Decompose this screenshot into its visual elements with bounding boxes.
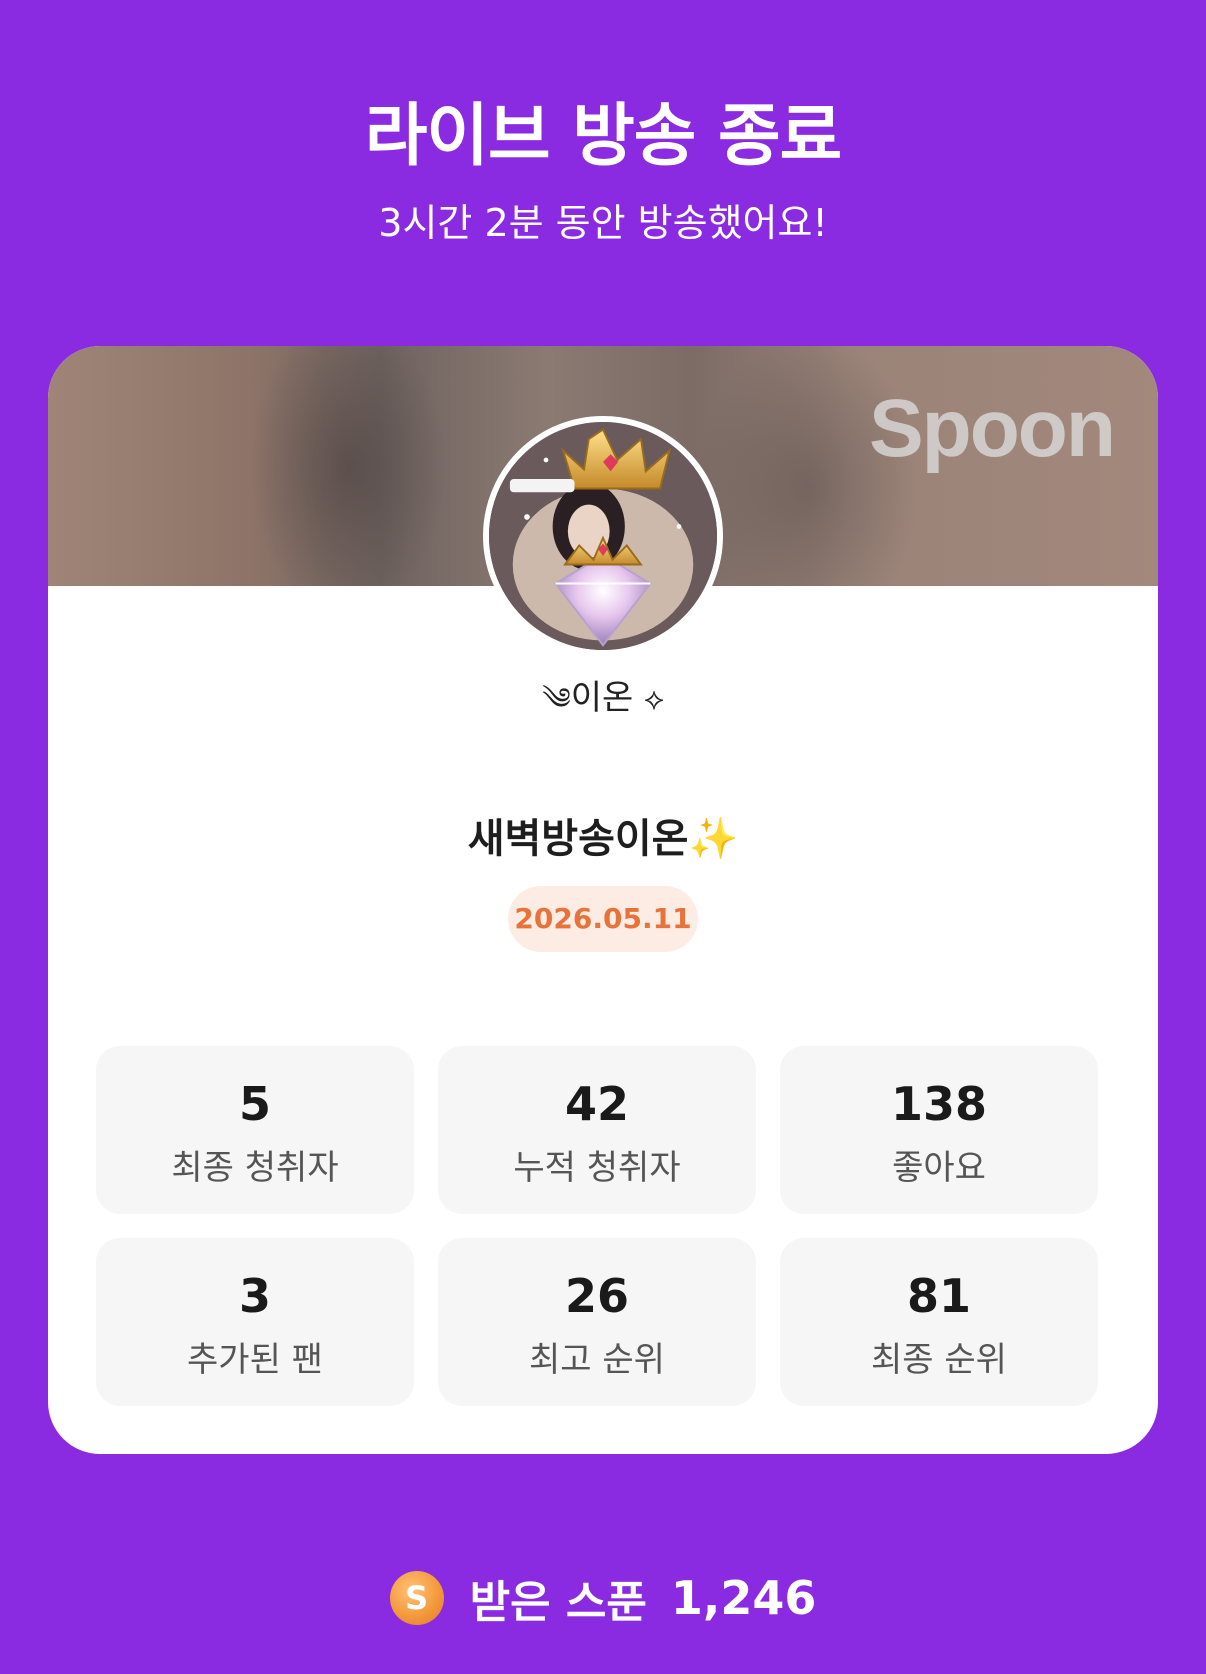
stat-new-fans: 3 추가된 팬 <box>96 1238 414 1406</box>
nickname-text: 이온 <box>570 678 634 718</box>
stat-total-listeners: 42 누적 청취자 <box>438 1046 756 1214</box>
stat-value: 3 <box>238 1269 271 1323</box>
broadcast-duration: 3시간 2분 동안 방송했어요! <box>378 201 828 245</box>
host-nickname[interactable]: ༄이온 ⟡ <box>48 666 1158 750</box>
page-title: 라이브 방송 종료 <box>364 97 842 176</box>
stat-value: 81 <box>906 1269 971 1323</box>
nickname-prefix-deco: ༄ <box>542 682 571 717</box>
stat-label: 최종 순위 <box>871 1340 1007 1380</box>
stats-grid: 5 최종 청취자 42 누적 청취자 138 좋아요 3 추가된 팬 26 최고… <box>96 1046 1110 1406</box>
stat-highest-rank: 26 최고 순위 <box>438 1238 756 1406</box>
room-title-text: 새벽방송이온 <box>467 816 689 862</box>
date-badge: 2026.05.11 <box>508 886 698 952</box>
received-spoons-value: 1,246 <box>670 1571 817 1625</box>
received-spoons-label: 받은 스푼 <box>469 1577 647 1628</box>
received-spoons: S 받은 스푼 1,246 <box>0 1566 1206 1630</box>
stat-value: 42 <box>564 1077 629 1131</box>
stat-label: 최고 순위 <box>529 1340 665 1380</box>
room-title: 새벽방송이온✨ <box>48 806 1158 864</box>
stat-value: 138 <box>890 1077 988 1131</box>
avatar-image <box>489 422 717 650</box>
live-end-screen: 라이브 방송 종료 3시간 2분 동안 방송했어요! Spoon ༄이온 ⟡ 새… <box>0 0 1206 1674</box>
stat-label: 최종 청취자 <box>171 1148 339 1188</box>
avatar[interactable] <box>483 416 723 656</box>
sparkles-icon: ✨ <box>688 816 739 862</box>
stat-likes: 138 좋아요 <box>780 1046 1098 1214</box>
stat-label: 추가된 팬 <box>187 1340 323 1380</box>
stat-value: 5 <box>238 1077 271 1131</box>
stat-label: 누적 청취자 <box>513 1148 681 1188</box>
spoon-coin-icon: S <box>389 1571 444 1625</box>
stat-value: 26 <box>564 1269 629 1323</box>
stat-label: 좋아요 <box>892 1148 986 1188</box>
brand-watermark: Spoon <box>868 383 1116 474</box>
nickname-suffix-deco: ⟡ <box>644 682 664 717</box>
broadcast-summary-card: Spoon ༄이온 ⟡ 새벽방송이온✨ 2026.05.11 5 최종 청취자 … <box>48 346 1158 1454</box>
stat-final-listeners: 5 최종 청취자 <box>96 1046 414 1214</box>
stat-final-rank: 81 최종 순위 <box>780 1238 1098 1406</box>
